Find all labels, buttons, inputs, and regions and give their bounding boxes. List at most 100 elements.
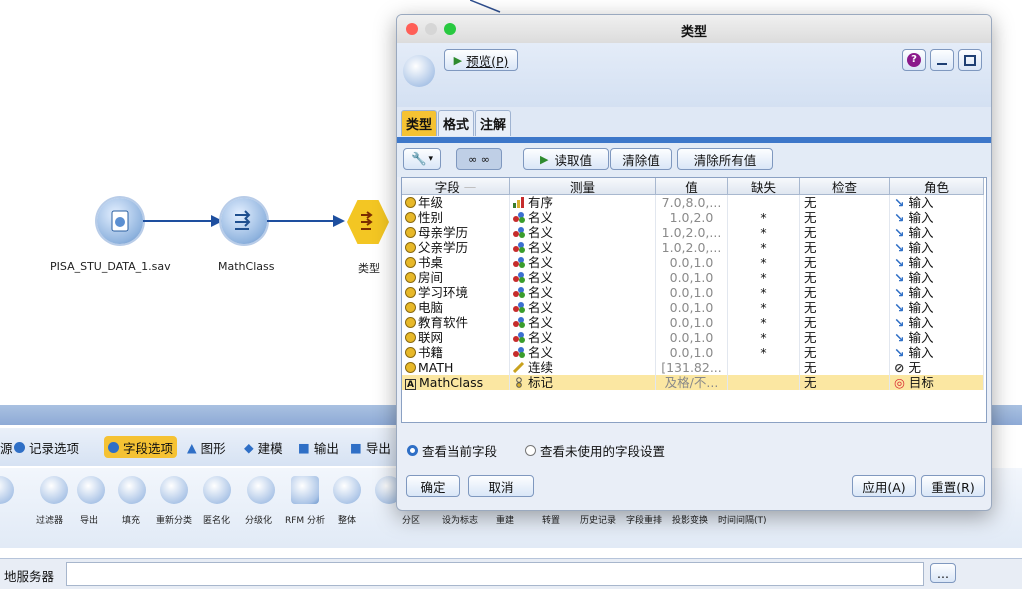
- column-header-values[interactable]: 值: [656, 178, 728, 195]
- missing-value[interactable]: *: [760, 240, 766, 255]
- missing-value[interactable]: *: [760, 270, 766, 285]
- values-value[interactable]: 0.0,1.0: [670, 315, 714, 330]
- tools-menu-button[interactable]: 🔧 ▾: [403, 148, 441, 170]
- missing-value[interactable]: *: [760, 345, 766, 360]
- role-value[interactable]: 输入: [908, 240, 933, 255]
- maximize-button[interactable]: [958, 49, 982, 71]
- tab-output[interactable]: ■ 输出: [298, 436, 339, 458]
- values-value[interactable]: 0.0,1.0: [670, 300, 714, 315]
- server-field[interactable]: [66, 562, 924, 586]
- cancel-button[interactable]: 取消: [468, 475, 534, 497]
- values-value[interactable]: 0.0,1.0: [670, 330, 714, 345]
- values-value[interactable]: 7.0,8.0,...: [662, 195, 722, 210]
- filter-icon[interactable]: [40, 476, 68, 504]
- role-value[interactable]: 输入: [908, 270, 933, 285]
- table-row[interactable]: 母亲学历 名义 1.0,2.0,... * 无 ↘ 输入: [402, 225, 984, 240]
- radio-unused-fields[interactable]: 查看未使用的字段设置: [525, 441, 665, 460]
- rfm-icon[interactable]: [291, 476, 319, 504]
- role-value[interactable]: 输入: [908, 300, 933, 315]
- column-header-missing[interactable]: 缺失: [728, 178, 800, 195]
- table-row[interactable]: 性别 名义 1.0,2.0 * 无 ↘ 输入: [402, 210, 984, 225]
- clear-values-button[interactable]: 清除值: [610, 148, 672, 170]
- check-value[interactable]: 无: [804, 240, 817, 255]
- more-button[interactable]: ...: [930, 563, 956, 583]
- tab-modeling[interactable]: ◆ 建模: [244, 436, 283, 458]
- check-value[interactable]: 无: [804, 330, 817, 345]
- values-value[interactable]: 0.0,1.0: [670, 345, 714, 360]
- measure-value[interactable]: 有序: [528, 195, 553, 210]
- role-value[interactable]: 输入: [908, 195, 933, 210]
- values-value[interactable]: 1.0,2.0,...: [662, 225, 722, 240]
- apply-button[interactable]: 应用(A): [852, 475, 916, 497]
- check-value[interactable]: 无: [804, 345, 817, 360]
- column-header-role[interactable]: 角色: [890, 178, 984, 195]
- measure-value[interactable]: 连续: [528, 360, 553, 375]
- column-header-measure[interactable]: 测量: [510, 178, 656, 195]
- measure-value[interactable]: 名义: [528, 285, 553, 300]
- table-row[interactable]: 联网 名义 0.0,1.0 * 无 ↘ 输入: [402, 330, 984, 345]
- dialog-titlebar[interactable]: 类型: [397, 15, 991, 44]
- role-value[interactable]: 输入: [908, 225, 933, 240]
- values-value[interactable]: 0.0,1.0: [670, 255, 714, 270]
- derive-node[interactable]: [221, 198, 267, 244]
- measure-value[interactable]: 名义: [528, 270, 553, 285]
- measure-value[interactable]: 标记: [528, 375, 553, 390]
- filler-icon[interactable]: [118, 476, 146, 504]
- missing-value[interactable]: *: [760, 255, 766, 270]
- values-value[interactable]: 0.0,1.0: [670, 270, 714, 285]
- missing-value[interactable]: *: [760, 300, 766, 315]
- measure-value[interactable]: 名义: [528, 210, 553, 225]
- table-row[interactable]: 父亲学历 名义 1.0,2.0,... * 无 ↘ 输入: [402, 240, 984, 255]
- table-row[interactable]: 教育软件 名义 0.0,1.0 * 无 ↘ 输入: [402, 315, 984, 330]
- reset-button[interactable]: 重置(R): [921, 475, 985, 497]
- missing-value[interactable]: *: [760, 225, 766, 240]
- check-value[interactable]: 无: [804, 225, 817, 240]
- table-row[interactable]: 学习环境 名义 0.0,1.0 * 无 ↘ 输入: [402, 285, 984, 300]
- source-node[interactable]: [97, 198, 143, 244]
- tab-record-ops[interactable]: 记录选项: [14, 436, 79, 458]
- measure-value[interactable]: 名义: [528, 240, 553, 255]
- role-value[interactable]: 目标: [909, 375, 934, 390]
- palette-node-icon[interactable]: [0, 476, 14, 504]
- ensemble-icon[interactable]: [333, 476, 361, 504]
- measure-value[interactable]: 名义: [528, 300, 553, 315]
- tab-format[interactable]: 格式: [438, 110, 474, 136]
- reclassify-icon[interactable]: [160, 476, 188, 504]
- tab-sources[interactable]: 源: [0, 436, 13, 458]
- help-button[interactable]: ?: [902, 49, 926, 71]
- table-row[interactable]: 书桌 名义 0.0,1.0 * 无 ↘ 输入: [402, 255, 984, 270]
- view-mode-toggle[interactable]: ∞ ∞: [456, 148, 502, 170]
- tab-type[interactable]: 类型: [401, 110, 437, 136]
- measure-value[interactable]: 名义: [528, 330, 553, 345]
- role-value[interactable]: 无: [908, 360, 921, 375]
- ok-button[interactable]: 确定: [406, 475, 460, 497]
- tab-field-ops[interactable]: 字段选项: [104, 436, 178, 458]
- check-value[interactable]: 无: [804, 360, 817, 375]
- check-value[interactable]: 无: [804, 375, 817, 390]
- tab-export[interactable]: ■ 导出: [350, 436, 391, 458]
- column-header-check[interactable]: 检查: [800, 178, 890, 195]
- role-value[interactable]: 输入: [908, 255, 933, 270]
- missing-value[interactable]: *: [760, 210, 766, 225]
- column-header-field[interactable]: 字段 —: [402, 178, 510, 195]
- measure-value[interactable]: 名义: [528, 315, 553, 330]
- role-value[interactable]: 输入: [908, 315, 933, 330]
- table-row[interactable]: 年级 有序 7.0,8.0,... 无 ↘ 输入: [402, 195, 984, 210]
- measure-value[interactable]: 名义: [528, 345, 553, 360]
- preview-button[interactable]: ▶ 预览(P): [444, 49, 518, 71]
- check-value[interactable]: 无: [804, 210, 817, 225]
- clear-all-values-button[interactable]: 清除所有值: [677, 148, 773, 170]
- role-value[interactable]: 输入: [908, 285, 933, 300]
- tab-graphs[interactable]: ▲ 图形: [187, 436, 226, 458]
- role-value[interactable]: 输入: [908, 345, 933, 360]
- check-value[interactable]: 无: [804, 195, 817, 210]
- values-value[interactable]: 1.0,2.0,...: [662, 240, 722, 255]
- role-value[interactable]: 输入: [908, 330, 933, 345]
- values-value[interactable]: 1.0,2.0: [670, 210, 714, 225]
- derive-icon[interactable]: [77, 476, 105, 504]
- check-value[interactable]: 无: [804, 255, 817, 270]
- check-value[interactable]: 无: [804, 285, 817, 300]
- read-values-button[interactable]: ▶ 读取值: [523, 148, 609, 170]
- table-row[interactable]: 电脑 名义 0.0,1.0 * 无 ↘ 输入: [402, 300, 984, 315]
- values-value[interactable]: [131.82...: [661, 360, 722, 375]
